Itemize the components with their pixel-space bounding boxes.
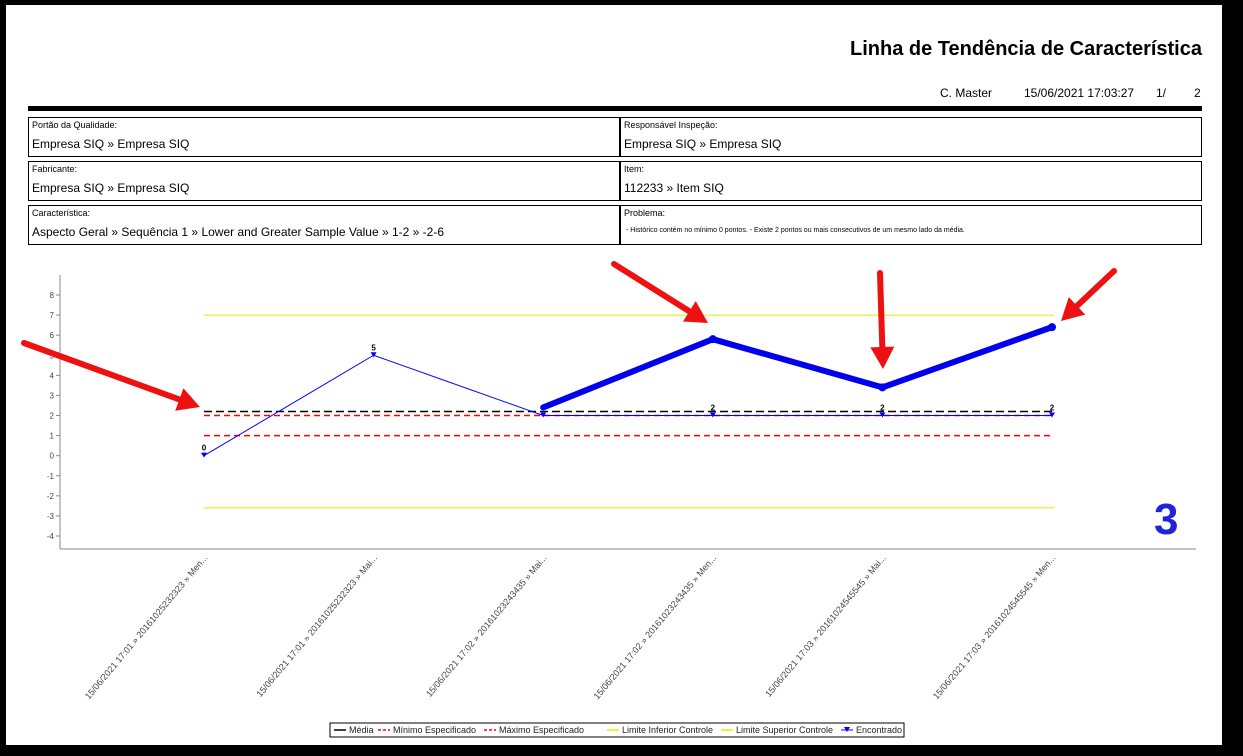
legend-label: Encontrado [856, 725, 902, 735]
y-tick-label: -1 [47, 472, 55, 481]
y-tick-label: 6 [50, 331, 55, 340]
y-tick-label: 1 [50, 432, 55, 441]
red-arrow-shaft [1074, 268, 1117, 309]
y-tick-label: -2 [47, 492, 55, 501]
x-tick-label: 15/06/2021 17:02 » 20161023243435 » Mai.… [424, 553, 549, 699]
y-tick-label: 0 [50, 452, 55, 461]
red-arrow-shaft [877, 270, 886, 351]
y-tick-label: 2 [50, 412, 55, 421]
highlight-point [708, 335, 717, 344]
x-tick-label: 15/06/2021 17:01 » 20161025232323 » Men.… [83, 553, 210, 701]
y-tick-label: -4 [47, 532, 55, 541]
highlight-point [878, 383, 887, 392]
legend-label: Limite Inferior Controle [622, 725, 713, 735]
data-label: 2 [711, 404, 716, 413]
red-arrow-head [870, 346, 895, 369]
x-tick-label: 15/06/2021 17:01 » 20161025232323 » Mai.… [254, 553, 379, 699]
data-label: 5 [371, 343, 376, 352]
red-arrow-shaft [21, 340, 183, 403]
x-tick-label: 15/06/2021 17:02 » 20161023243435 » Men.… [592, 553, 719, 701]
legend-label: Média [349, 725, 374, 735]
y-tick-label: -3 [47, 512, 55, 521]
data-point-marker [201, 452, 207, 458]
y-tick-label: 7 [50, 311, 55, 320]
annotation-number: 3 [1154, 495, 1179, 544]
red-arrow-shaft [611, 261, 693, 315]
y-tick-label: 3 [50, 391, 55, 400]
highlight-point [1048, 323, 1056, 332]
report-page: Linha de Tendência de Característica C. … [6, 5, 1222, 745]
data-label: 0 [202, 444, 207, 453]
legend-label: Limite Superior Controle [736, 725, 833, 735]
highlight-line [540, 324, 1055, 411]
legend-label: Máximo Especificado [499, 725, 584, 735]
data-label: 2 [1050, 404, 1055, 413]
y-tick-label: 4 [50, 371, 55, 380]
data-label: 2 [880, 404, 885, 413]
legend-label: Mínimo Especificado [393, 725, 476, 735]
x-tick-label: 15/06/2021 17:03 » 20161024545545 » Men.… [931, 553, 1058, 701]
x-tick-label: 15/06/2021 17:03 » 20161024545545 » Mai.… [763, 553, 888, 699]
trend-chart: 876543210-1-2-3-40522215/06/2021 17:01 »… [21, 261, 1196, 738]
y-tick-label: 8 [50, 291, 55, 300]
